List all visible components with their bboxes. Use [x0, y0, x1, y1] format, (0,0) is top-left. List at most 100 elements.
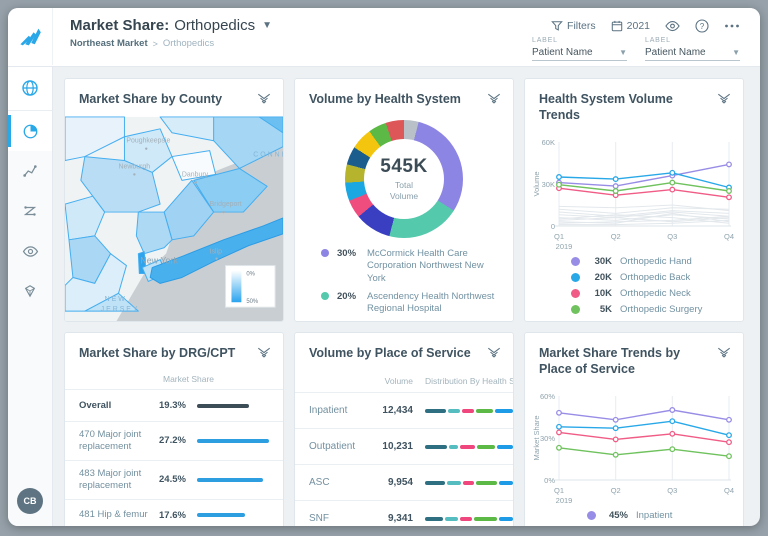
legend-item[interactable]: 40% Outpatient — [587, 526, 743, 527]
drill-filter-icon — [487, 93, 501, 105]
svg-text:50%: 50% — [246, 299, 259, 305]
card-filter-button[interactable] — [257, 92, 271, 110]
page-titles: Market Share: Orthopedics ▼ Northeast Ma… — [70, 8, 272, 66]
donut-total-label-1: Total — [390, 180, 418, 191]
label-dropdown-1[interactable]: LABEL Patient Name ▼ — [532, 37, 627, 61]
visibility-button[interactable] — [665, 20, 680, 32]
table-row[interactable]: 483 Major joint replacement 24.5% — [65, 461, 283, 500]
pos-trends-legend: 45% Inpatient 40% Outpatient 35% ASC — [587, 510, 743, 527]
dropdown-chevron-icon: ▼ — [732, 48, 740, 57]
card-filter-button[interactable] — [717, 92, 731, 110]
user-avatar[interactable]: CB — [17, 488, 43, 514]
svg-text:Q2: Q2 — [611, 486, 621, 495]
row-volume: 9,341 — [367, 513, 413, 524]
table-row[interactable]: SNF 9,341 — [295, 501, 513, 526]
filters-button[interactable]: Filters — [551, 20, 596, 32]
table-row[interactable]: Inpatient 12,434 — [295, 393, 513, 429]
pos-trends-chart[interactable]: 60% 30% 0% Market Share Q1 2019 Q2 Q3 Q4 — [531, 386, 737, 508]
sidebar-item-dashboards[interactable] — [8, 111, 52, 151]
distribution-segment — [495, 409, 513, 413]
card-title: Market Share Trends by Place of Service — [539, 345, 707, 378]
legend-item[interactable]: 30K Orthopedic Hand — [571, 256, 743, 267]
svg-text:Poughkeepsie: Poughkeepsie — [126, 138, 170, 145]
card-filter-button[interactable] — [257, 346, 271, 364]
legend-item[interactable]: 10K Orthopedic Neck — [571, 288, 743, 299]
card-title: Volume by Health System — [309, 91, 461, 107]
card-filter-button[interactable] — [487, 92, 501, 110]
donut-legend: 30% McCormick Health Care Corporation No… — [295, 248, 513, 322]
distribution-segment — [460, 517, 472, 521]
help-button[interactable]: ? — [695, 19, 709, 33]
legend-item[interactable]: 45% Inpatient — [587, 510, 743, 521]
calendar-icon — [611, 20, 623, 32]
donut-total-value: 545K — [380, 156, 427, 178]
legend-item[interactable]: 20% Ascendency Health Northwest Regional… — [321, 291, 503, 316]
svg-text:Q4: Q4 — [724, 232, 734, 241]
row-volume: 9,954 — [367, 477, 413, 488]
svg-text:Q2: Q2 — [611, 232, 621, 241]
legend-value: 5K — [586, 304, 612, 315]
distribution-segment — [497, 445, 513, 449]
table-row[interactable]: 470 Major joint replacement 27.2% — [65, 422, 283, 461]
route-icon — [22, 163, 38, 179]
distribution-segment — [477, 445, 495, 449]
distribution-segment — [447, 481, 461, 485]
app-logo[interactable] — [8, 8, 53, 65]
svg-text:0%: 0% — [544, 476, 555, 485]
card-volume-by-place-of-service: Volume by Place of Service Volume Distri… — [294, 332, 514, 526]
legend-dot — [571, 289, 580, 298]
card-filter-button[interactable] — [487, 346, 501, 364]
sidebar-item-globe[interactable] — [8, 66, 52, 111]
sidebar-item-pathways[interactable] — [8, 191, 52, 231]
table-row[interactable]: 481 Hip & femur 17.6% — [65, 500, 283, 527]
breadcrumb-market[interactable]: Northeast Market — [70, 38, 148, 49]
eye-icon — [22, 245, 39, 258]
year-picker[interactable]: 2021 — [611, 20, 650, 32]
row-volume: 10,231 — [367, 441, 413, 452]
card-filter-button[interactable] — [717, 346, 731, 364]
svg-text:Volume: Volume — [532, 171, 541, 196]
app-header: Market Share: Orthopedics ▼ Northeast Ma… — [8, 8, 760, 67]
volume-trends-chart[interactable]: 60K 30K 0 Volume Q1 2019 Q2 Q3 Q4 — [531, 132, 737, 254]
table-row[interactable]: ASC 9,954 — [295, 465, 513, 501]
row-value: 19.3% — [159, 400, 197, 411]
donut-chart[interactable]: 545K Total Volume — [345, 120, 463, 238]
county-choropleth-map[interactable]: Poughkeepsie Newburgh Danbury Bridgeport… — [65, 116, 283, 322]
legend-item[interactable]: 30% McCormick Health Care Corporation No… — [321, 248, 503, 285]
label-dropdown-2[interactable]: LABEL Patient Name ▼ — [645, 37, 740, 61]
legend-item[interactable]: 5K Orthopedic Surgery — [571, 304, 743, 315]
page-title-prefix: Market Share: — [70, 17, 169, 34]
sidebar-item-route[interactable] — [8, 151, 52, 191]
pos-trends-series — [557, 407, 732, 458]
distribution-segment — [463, 481, 474, 485]
column-header-volume: Volume — [309, 376, 413, 386]
svg-text:Q1: Q1 — [554, 486, 564, 495]
svg-text:Danbury: Danbury — [182, 171, 209, 178]
distribution-segment — [425, 445, 447, 449]
card-volume-by-health-system: Volume by Health System 545K Total Volum… — [294, 78, 514, 322]
distribution-segment — [448, 409, 460, 413]
table-row[interactable]: Outpatient 10,231 — [295, 429, 513, 465]
more-options-button[interactable] — [724, 23, 740, 29]
page-title[interactable]: Market Share: Orthopedics ▼ — [70, 17, 272, 34]
drill-filter-icon — [257, 93, 271, 105]
legend-dot — [571, 273, 580, 282]
legend-item[interactable]: 20K Orthopedic Back — [571, 272, 743, 283]
legend-dot — [571, 257, 580, 266]
svg-text:Q4: Q4 — [724, 486, 734, 495]
legend-dot — [321, 292, 329, 300]
legend-name: Outpatient — [636, 526, 680, 527]
svg-text:0: 0 — [551, 222, 555, 231]
distribution-segment — [445, 517, 459, 521]
card-health-system-volume-trends: Health System Volume Trends 60K 30K 0 — [524, 78, 744, 322]
svg-text:2019: 2019 — [556, 242, 573, 251]
title-chevron-down-icon[interactable]: ▼ — [262, 20, 272, 31]
table-row-overall[interactable]: Overall 19.3% — [65, 390, 283, 422]
drill-filter-icon — [487, 347, 501, 359]
header-actions: Filters 2021 — [532, 8, 760, 66]
row-label: 483 Major joint replacement — [79, 468, 159, 492]
row-label: 481 Hip & femur — [79, 509, 159, 521]
sidebar-item-insights[interactable] — [8, 231, 52, 271]
sidebar-item-premium[interactable] — [8, 271, 52, 311]
svg-text:?: ? — [700, 22, 705, 31]
